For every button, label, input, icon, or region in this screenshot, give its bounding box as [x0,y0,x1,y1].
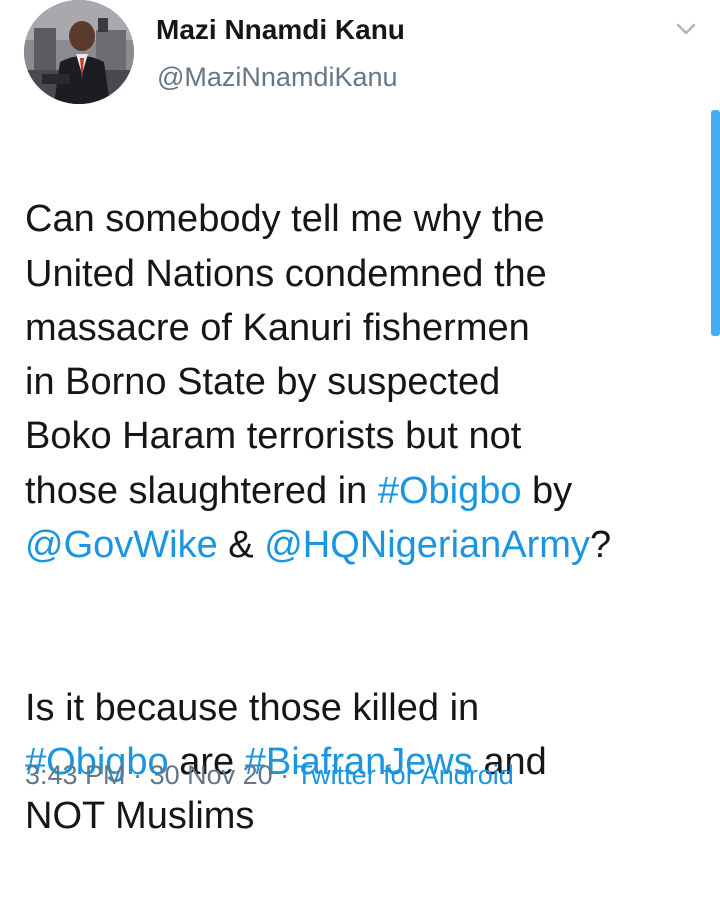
meta-separator: · [272,760,297,790]
tweet-paragraph-1: Can somebody tell me why the United Nati… [25,192,705,572]
tweet-time[interactable]: 3:43 PM [25,760,126,790]
tweet: Mazi Nnamdi Kanu @MaziNnamdiKanu Can som… [0,0,720,837]
author-handle[interactable]: @MaziNnamdiKanu [157,62,398,93]
scrollbar-thumb[interactable] [711,110,720,336]
mention-link[interactable]: @HQNigerianArmy [264,524,590,566]
tweet-text-segment: by [532,469,573,512]
tweet-text-segment: Can somebody tell me why the United Nati… [25,198,547,512]
tweet-date[interactable]: 30 Nov 20 [150,760,273,790]
tweet-meta: 3:43 PM · 30 Nov 20 · Twitter for Androi… [25,760,514,791]
scrollbar[interactable] [711,110,720,336]
tweet-text-segment: Is it because those killed in [25,686,480,729]
meta-separator: · [125,760,150,790]
author-name[interactable]: Mazi Nnamdi Kanu [156,14,405,46]
avatar[interactable] [24,0,134,104]
chevron-down-icon[interactable] [672,16,700,42]
tweet-text-segment: ? [589,524,612,567]
mention-link[interactable]: @GovWike [25,524,218,566]
tweet-text-segment: & [217,524,265,567]
tweet-source-link[interactable]: Twitter for Android [296,760,514,790]
hashtag-link[interactable]: #Obigbo [378,470,522,512]
avatar-image [24,0,134,104]
